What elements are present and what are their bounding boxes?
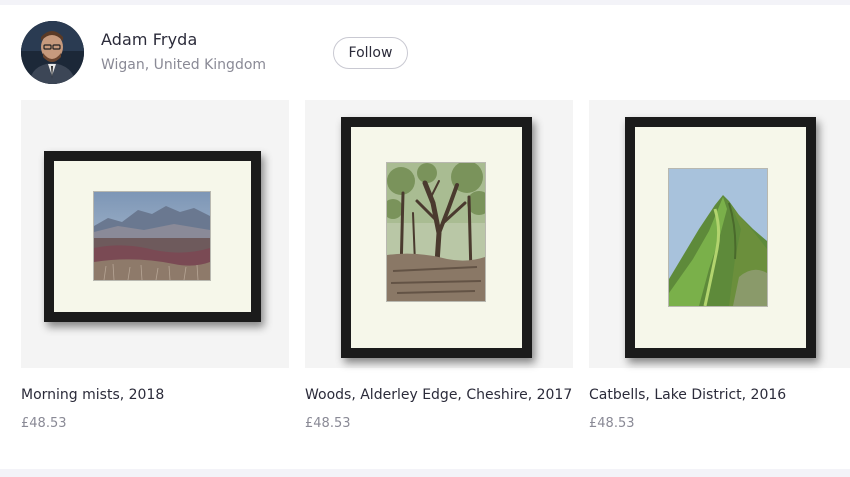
- page-background: [0, 469, 850, 477]
- product-title[interactable]: Catbells, Lake District, 2016: [589, 387, 786, 403]
- product-price: £48.53: [21, 416, 67, 431]
- artist-name[interactable]: Adam Fryda: [101, 30, 197, 49]
- product-image[interactable]: [305, 100, 573, 368]
- product-card[interactable]: Catbells, Lake District, 2016 £48.53: [589, 100, 850, 431]
- product-card[interactable]: Morning mists, 2018 £48.53: [21, 100, 289, 431]
- product-price: £48.53: [305, 416, 351, 431]
- picture-frame: [341, 117, 532, 358]
- artist-card: Adam Fryda Wigan, United Kingdom Follow: [0, 5, 850, 469]
- artwork-woods-alderley-edge: [387, 163, 485, 301]
- product-card[interactable]: Woods, Alderley Edge, Cheshire, 2017 £48…: [305, 100, 573, 431]
- product-image[interactable]: [21, 100, 289, 368]
- product-title[interactable]: Woods, Alderley Edge, Cheshire, 2017: [305, 387, 572, 403]
- follow-button[interactable]: Follow: [333, 37, 408, 69]
- product-title[interactable]: Morning mists, 2018: [21, 387, 164, 403]
- product-image[interactable]: [589, 100, 850, 368]
- artwork-catbells: [669, 169, 767, 306]
- artwork-morning-mists: [94, 192, 210, 280]
- picture-frame: [625, 117, 816, 358]
- artist-location: Wigan, United Kingdom: [101, 57, 267, 73]
- product-price: £48.53: [589, 416, 635, 431]
- avatar[interactable]: [21, 21, 84, 84]
- avatar-image: [21, 21, 84, 84]
- picture-frame: [44, 151, 261, 322]
